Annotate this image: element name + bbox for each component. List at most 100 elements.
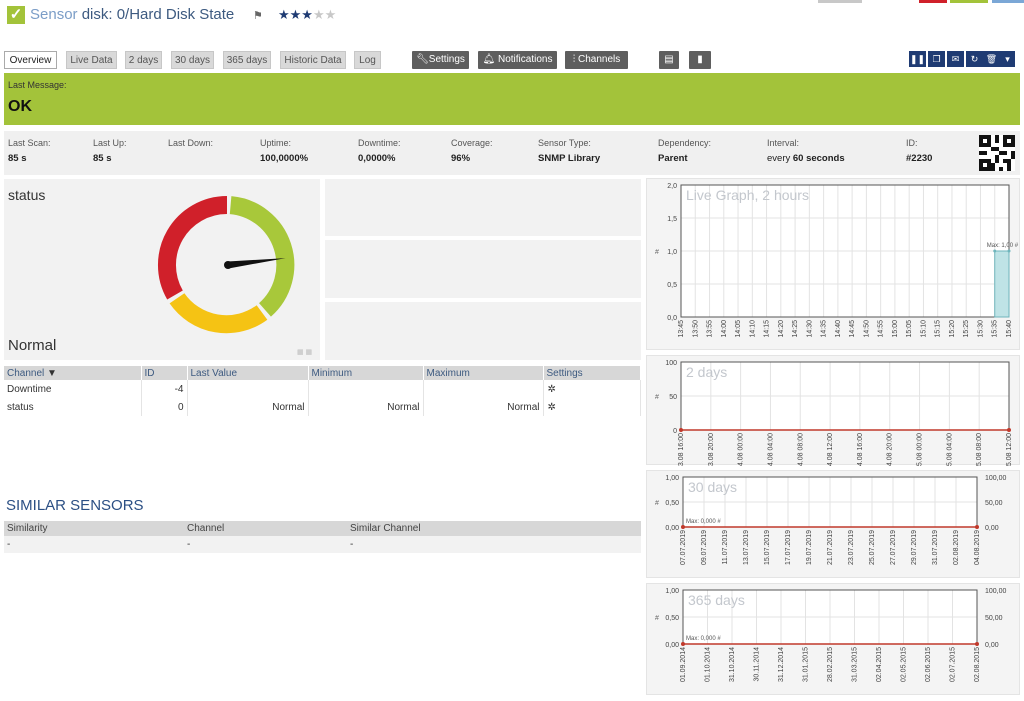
x-tick-label: 14:10 [749, 320, 756, 338]
table-row[interactable]: status 0 Normal Normal Normal ✲ [4, 398, 641, 416]
sort-down-icon: ▼ [47, 367, 57, 379]
channel-max [423, 380, 544, 398]
x-tick-label: 14:30 [806, 320, 813, 338]
x-tick-label: 14:50 [863, 320, 870, 338]
x-tick-label: 05.08 00:00 [917, 433, 924, 466]
sensor-info-bar: Last Scan: 85 s Last Up: 85 s Last Down: U… [4, 131, 1020, 175]
gauge-state: Normal [8, 337, 57, 354]
two-days-panel[interactable]: 03.08 16:00 03.08 20:00 04.08 00:00 04.08 0… [646, 355, 1020, 470]
channels-button[interactable]: ⫶ Channels [565, 51, 628, 69]
y2-tick-label: 50,00 [985, 615, 1003, 622]
thirty-days-panel[interactable]: 07.07.2019 09.07.2019 11.07.2019 13.07.2019… [646, 470, 1020, 578]
y-tick-label: 0,50 [665, 500, 679, 507]
x-tick-label: 04.08.2019 [974, 530, 981, 565]
flag-icon[interactable]: ⚑ [253, 9, 263, 22]
chevron-down-icon[interactable]: ▾ [1000, 51, 1015, 67]
y-tick-label: 0,50 [665, 615, 679, 622]
document-icon[interactable]: ▮ [689, 51, 711, 69]
data-point [1007, 428, 1011, 432]
channel-id: -4 [141, 380, 188, 398]
last-message-banner: Last Message: OK [4, 73, 1020, 125]
x-tick-label: 15.07.2019 [764, 530, 771, 565]
y-tick-label: 0,0 [667, 315, 677, 322]
pause-icon[interactable]: ❚❚ [909, 51, 926, 67]
x-tick-label: 03.08 20:00 [708, 433, 715, 466]
check-icon: ✓ [7, 6, 25, 24]
delete-icon[interactable]: 🗑︎ [983, 51, 1000, 67]
tab-30-days[interactable]: 30 days [171, 51, 214, 69]
x-tick-label: 02.06.2015 [925, 647, 932, 682]
sensor-name: disk: 0/Hard Disk State [81, 6, 235, 23]
notifications-button[interactable]: 🔔︎ Notifications [478, 51, 557, 69]
year-panel[interactable]: 01.09.2014 01.10.2014 31.10.2014 30.11.2014… [646, 583, 1020, 695]
gauge-title: status [8, 187, 46, 203]
channel-name: Downtime [4, 380, 142, 398]
last-message-value: OK [8, 98, 32, 115]
x-tick-label: 14:05 [735, 320, 742, 338]
x-tick-label: 04.08 04:00 [767, 433, 774, 466]
channel-last: Normal [187, 398, 309, 416]
chart-title: Live Graph, 2 hours [686, 187, 809, 203]
y-axis-label: # [655, 615, 659, 622]
y2-tick-label: 0,00 [985, 525, 999, 532]
tab-live-data[interactable]: Live Data [66, 51, 117, 69]
channels-table: Channel ▼ ID Last Value Minimum Maximum … [4, 366, 641, 416]
similar-channel-header: Similar Channel [347, 521, 641, 536]
star-icon: ★★★ [278, 7, 313, 22]
chart-title: 365 days [688, 592, 745, 608]
tab-log[interactable]: Log [354, 51, 381, 69]
x-tick-label: 02.04.2015 [876, 647, 883, 682]
x-tick-label: 15:35 [992, 320, 999, 338]
x-tick-label: 15:10 [920, 320, 927, 338]
channels-label: Channels [578, 54, 621, 65]
channel-min: Normal [308, 398, 424, 416]
y-tick-label: 0,5 [667, 282, 677, 289]
channel-header: Channel [184, 521, 347, 536]
clone-icon[interactable]: ❐ [928, 51, 945, 67]
x-tick-label: 05.08 08:00 [976, 433, 983, 466]
tab-historic-data[interactable]: Historic Data [280, 51, 346, 69]
y2-tick-label: 100,00 [985, 588, 1007, 595]
x-tick-label: 31.07.2019 [932, 530, 939, 565]
max-annotation: Max: 0,000 # [686, 519, 721, 525]
x-tick-label: 31.01.2015 [803, 647, 810, 682]
last-value-header[interactable]: Last Value [187, 366, 309, 380]
x-tick-label: 05.08 12:00 [1006, 433, 1013, 466]
table-row[interactable]: Downtime -4 ✲ [4, 380, 641, 398]
priority-stars[interactable]: ★★★★★ [278, 7, 336, 23]
x-tick-label: 01.10.2014 [705, 647, 712, 682]
x-tick-label: 21.07.2019 [827, 530, 834, 565]
channel-name: status [4, 398, 142, 416]
x-tick-label: 04.08 00:00 [738, 433, 745, 466]
y2-tick-label: 100,00 [985, 475, 1007, 482]
x-tick-label: 02.08.2015 [974, 647, 981, 682]
tab-2-days[interactable]: 2 days [125, 51, 162, 69]
x-tick-label: 19.07.2019 [806, 530, 813, 565]
x-tick-label: 14:35 [821, 320, 828, 338]
data-point [679, 428, 683, 432]
gear-icon[interactable]: ✲ [543, 398, 641, 416]
settings-button[interactable]: 🔧︎Settings [412, 51, 469, 69]
qr-code-icon[interactable] [979, 135, 1015, 171]
tab-365-days[interactable]: 365 days [223, 51, 271, 69]
y-tick-label: 50 [669, 394, 677, 401]
x-tick-label: 15:05 [906, 320, 913, 338]
x-tick-label: 05.08 04:00 [946, 433, 953, 466]
minimum-header[interactable]: Minimum [308, 366, 424, 380]
maximum-header[interactable]: Maximum [423, 366, 544, 380]
comment-icon[interactable]: ▤ [659, 51, 679, 69]
tab-overview[interactable]: Overview [4, 51, 57, 69]
gear-icon[interactable]: ✲ [543, 380, 641, 398]
empty-panel [325, 179, 641, 236]
id-header[interactable]: ID [141, 366, 188, 380]
x-tick-label: 14:20 [778, 320, 785, 338]
y-tick-label: 2,0 [667, 183, 677, 190]
live-graph-panel[interactable]: 13:45 13:50 13:55 14:00 14:05 14:10 14:15 14:20… [646, 178, 1020, 350]
refresh-icon[interactable]: ↻ [966, 51, 983, 67]
mail-icon[interactable]: ✉ [947, 51, 964, 67]
data-point [993, 249, 997, 253]
channel-last [187, 380, 309, 398]
x-tick-label: 04.08 16:00 [857, 433, 864, 466]
channel-header[interactable]: Channel ▼ [4, 366, 142, 380]
channel-min [308, 380, 424, 398]
